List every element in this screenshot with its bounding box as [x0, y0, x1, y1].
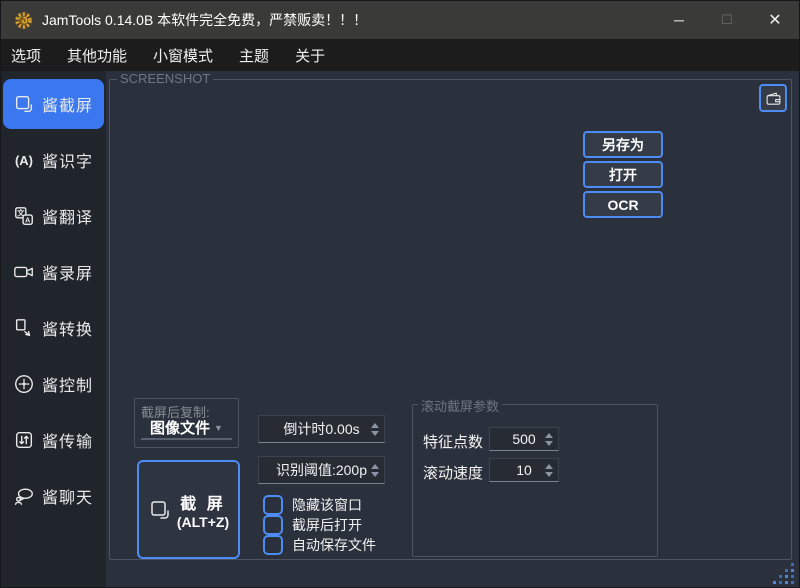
open-after-capture-checkbox[interactable]: [263, 515, 283, 535]
sidebar-item-label: 酱控制: [42, 372, 93, 396]
translate-icon: 文A: [11, 205, 37, 227]
ocr-threshold-value: 识别阈值:200p: [276, 460, 367, 480]
sidebar-item-chat[interactable]: 酱聊天: [3, 471, 104, 521]
copy-format-dropdown[interactable]: 图像文件 ▼: [141, 417, 232, 440]
feature-points-value: 500: [512, 431, 535, 447]
auto-save-label: 自动保存文件: [292, 535, 376, 555]
copy-format-value: 图像文件: [150, 417, 210, 438]
countdown-value: 倒计时0.00s: [283, 419, 359, 439]
ocr-threshold-spinner[interactable]: 识别阈值:200p: [258, 456, 385, 484]
scroll-speed-value: 10: [516, 462, 532, 478]
resize-grip[interactable]: [767, 557, 795, 585]
maximize-button[interactable]: ☐: [703, 1, 751, 39]
crop-icon: [11, 93, 37, 115]
menu-options[interactable]: 选项: [11, 45, 41, 66]
action-button-column: 另存为 打开 OCR: [583, 131, 663, 218]
convert-icon: [11, 317, 37, 339]
svg-text:A: A: [25, 215, 31, 224]
menu-mini-window-mode[interactable]: 小窗模式: [153, 45, 213, 66]
chat-icon: [11, 485, 37, 507]
sidebar-item-label: 酱截屏: [42, 92, 93, 116]
crop-icon: [148, 498, 172, 522]
sidebar-item-label: 酱翻译: [42, 204, 93, 228]
scroll-params-label: 滚动截屏参数: [418, 396, 502, 415]
capture-shortcut: (ALT+Z): [177, 514, 229, 530]
spinner-arrows-icon[interactable]: [545, 459, 553, 481]
capture-button-text: 截 屏 (ALT+Z): [177, 490, 229, 530]
ocr-letter-icon: (A): [11, 153, 37, 168]
sidebar-item-control[interactable]: 酱控制: [3, 359, 104, 409]
sidebar-item-translate[interactable]: 文A 酱翻译: [3, 191, 104, 241]
hide-window-label: 隐藏该窗口: [292, 495, 362, 515]
minimize-button[interactable]: ─: [655, 1, 703, 39]
sidebar-item-label: 酱识字: [42, 148, 93, 172]
sidebar: 酱截屏 (A) 酱识字 文A 酱翻译 酱录屏 酱转换: [1, 71, 106, 587]
menu-about[interactable]: 关于: [295, 45, 325, 66]
main-panel: SCREENSHOT 另存为 打开 OCR 截屏后复制: 图像文件 ▼: [106, 71, 799, 587]
countdown-spinner[interactable]: 倒计时0.00s: [258, 415, 385, 443]
title-bar: JamTools 0.14.0B 本软件完全免费，严禁贩卖！！！ ─ ☐ ✕: [1, 1, 799, 39]
screenshot-group-label: SCREENSHOT: [117, 71, 213, 86]
spinner-arrows-icon[interactable]: [371, 416, 379, 442]
sidebar-item-convert[interactable]: 酱转换: [3, 303, 104, 353]
remote-control-icon: [11, 373, 37, 395]
sidebar-item-ocr[interactable]: (A) 酱识字: [3, 135, 104, 185]
video-camera-icon: [11, 261, 37, 283]
sidebar-item-label: 酱聊天: [42, 484, 93, 508]
window-title: JamTools 0.14.0B 本软件完全免费，严禁贩卖！！！: [42, 10, 367, 30]
capture-label: 截 屏: [180, 490, 225, 514]
wallet-icon: [765, 90, 782, 107]
menu-other-functions[interactable]: 其他功能: [67, 45, 127, 66]
copy-after-capture-group: 截屏后复制: 图像文件 ▼: [134, 398, 239, 448]
app-logo-icon: [14, 11, 33, 30]
sidebar-item-transfer[interactable]: 酱传输: [3, 415, 104, 465]
auto-save-checkbox[interactable]: [263, 535, 283, 555]
sidebar-item-label: 酱转换: [42, 316, 93, 340]
hide-window-checkbox[interactable]: [263, 495, 283, 515]
scroll-speed-label: 滚动速度: [423, 462, 483, 483]
open-folder-button[interactable]: [759, 84, 787, 112]
spinner-arrows-icon[interactable]: [371, 457, 379, 483]
menu-bar: 选项 其他功能 小窗模式 主题 关于: [1, 39, 799, 71]
chevron-down-icon: ▼: [214, 423, 223, 433]
menu-theme[interactable]: 主题: [239, 45, 269, 66]
window-controls: ─ ☐ ✕: [655, 1, 799, 39]
sidebar-item-label: 酱传输: [42, 428, 93, 452]
screenshot-groupbox: SCREENSHOT 另存为 打开 OCR 截屏后复制: 图像文件 ▼: [109, 79, 792, 560]
scroll-params-group: 滚动截屏参数 特征点数 500 滚动速度 10: [412, 404, 658, 557]
save-as-button[interactable]: 另存为: [583, 131, 663, 158]
feature-points-spinner[interactable]: 500: [489, 427, 559, 451]
transfer-icon: [11, 429, 37, 451]
open-after-capture-label: 截屏后打开: [292, 515, 362, 535]
sidebar-item-screenshot[interactable]: 酱截屏: [3, 79, 104, 129]
capture-button[interactable]: 截 屏 (ALT+Z): [137, 460, 240, 559]
feature-points-label: 特征点数: [423, 431, 483, 452]
app-window: JamTools 0.14.0B 本软件完全免费，严禁贩卖！！！ ─ ☐ ✕ 选…: [0, 0, 800, 588]
open-button[interactable]: 打开: [583, 161, 663, 188]
close-button[interactable]: ✕: [751, 1, 799, 39]
ocr-button[interactable]: OCR: [583, 191, 663, 218]
sidebar-item-label: 酱录屏: [42, 260, 93, 284]
sidebar-item-record[interactable]: 酱录屏: [3, 247, 104, 297]
spinner-arrows-icon[interactable]: [545, 428, 553, 450]
scroll-speed-spinner[interactable]: 10: [489, 458, 559, 482]
